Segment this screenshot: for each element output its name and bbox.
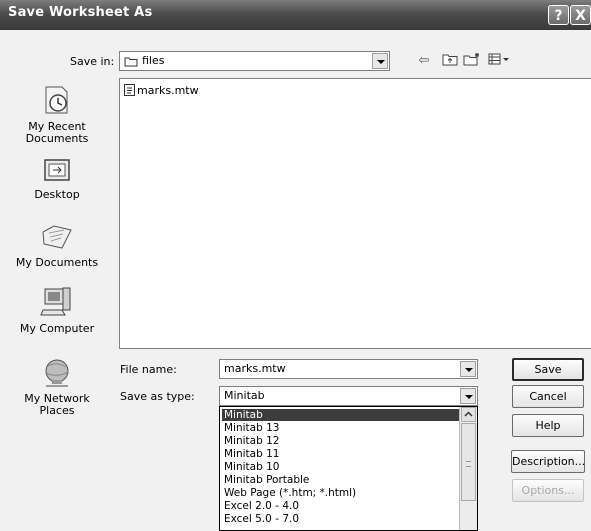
place-label: My Network Places — [24, 392, 90, 417]
save-as-type-value: Minitab — [224, 389, 265, 402]
file-name-input[interactable]: marks.mtw — [224, 362, 286, 375]
file-item[interactable]: marks.mtw — [124, 84, 199, 99]
cancel-button[interactable]: Cancel — [512, 385, 584, 408]
scroll-up-button[interactable] — [461, 407, 476, 422]
description-button[interactable]: Description... — [511, 450, 585, 473]
my-documents-icon — [2, 222, 112, 255]
new-folder-icon[interactable] — [462, 52, 482, 70]
worksheet-file-icon — [124, 84, 135, 99]
dropdown-option[interactable]: Minitab 12 — [222, 435, 279, 447]
save-as-type-select[interactable]: Minitab — [219, 386, 478, 406]
dropdown-option[interactable]: Minitab 11 — [222, 448, 279, 460]
dropdown-option[interactable]: Minitab Portable — [222, 474, 309, 486]
save-in-label: Save in: — [70, 55, 115, 68]
close-button[interactable]: X — [570, 5, 591, 25]
help-title-button[interactable]: ? — [548, 5, 569, 25]
title-bar[interactable]: Save Worksheet As ? X — [0, 0, 591, 30]
dropdown-option[interactable]: Minitab 10 — [222, 461, 279, 473]
file-list[interactable]: marks.mtw — [119, 78, 591, 349]
dropdown-option[interactable]: Minitab — [222, 409, 462, 421]
save-as-type-label: Save as type: — [120, 390, 195, 403]
dropdown-option[interactable]: Web Page (*.htm; *.html) — [222, 487, 356, 499]
file-name-label: File name: — [120, 363, 177, 376]
place-my-computer[interactable]: My Computer — [2, 286, 112, 335]
dropdown-option[interactable]: Minitab 13 — [222, 422, 279, 434]
place-desktop[interactable]: Desktop — [2, 158, 112, 201]
my-computer-icon — [2, 286, 112, 321]
chevron-down-icon[interactable] — [460, 388, 476, 404]
recent-documents-icon — [2, 84, 112, 119]
place-label: My Recent Documents — [25, 120, 89, 145]
dropdown-option[interactable]: Excel 5.0 - 7.0 — [222, 513, 299, 525]
place-label: Desktop — [34, 188, 80, 201]
save-button[interactable]: Save — [512, 358, 584, 381]
save-in-combo[interactable]: files — [119, 51, 390, 71]
dropdown-option[interactable]: Excel 2.0 - 4.0 — [222, 500, 299, 512]
place-my-network-places[interactable]: My Network Places — [2, 358, 112, 417]
save-worksheet-dialog: Save Worksheet As ? X Save in: files ⇦ M… — [0, 0, 591, 531]
place-label: My Documents — [15, 256, 99, 269]
file-item-name: marks.mtw — [137, 84, 199, 97]
back-arrow-icon[interactable]: ⇦ — [414, 52, 434, 70]
dropdown-scrollbar[interactable] — [459, 407, 477, 530]
window-title: Save Worksheet As — [8, 5, 153, 20]
network-places-icon — [2, 358, 112, 391]
place-my-documents[interactable]: My Documents — [2, 222, 112, 269]
up-folder-icon[interactable] — [440, 52, 460, 70]
views-menu-icon[interactable] — [487, 52, 511, 70]
folder-icon — [124, 56, 138, 70]
file-name-combo[interactable]: marks.mtw — [219, 359, 478, 379]
help-button[interactable]: Help — [512, 414, 584, 437]
save-in-value: files — [142, 54, 165, 67]
save-as-type-dropdown-list[interactable]: Minitab Minitab 13 Minitab 12 Minitab 11… — [219, 406, 478, 531]
chevron-down-icon[interactable] — [460, 361, 476, 377]
place-label: My Computer — [19, 322, 95, 335]
scrollbar-thumb[interactable] — [461, 423, 476, 501]
chevron-down-icon[interactable] — [372, 53, 388, 69]
desktop-icon — [2, 158, 112, 187]
options-button: Options... — [512, 479, 584, 502]
place-my-recent-documents[interactable]: My Recent Documents — [2, 84, 112, 145]
